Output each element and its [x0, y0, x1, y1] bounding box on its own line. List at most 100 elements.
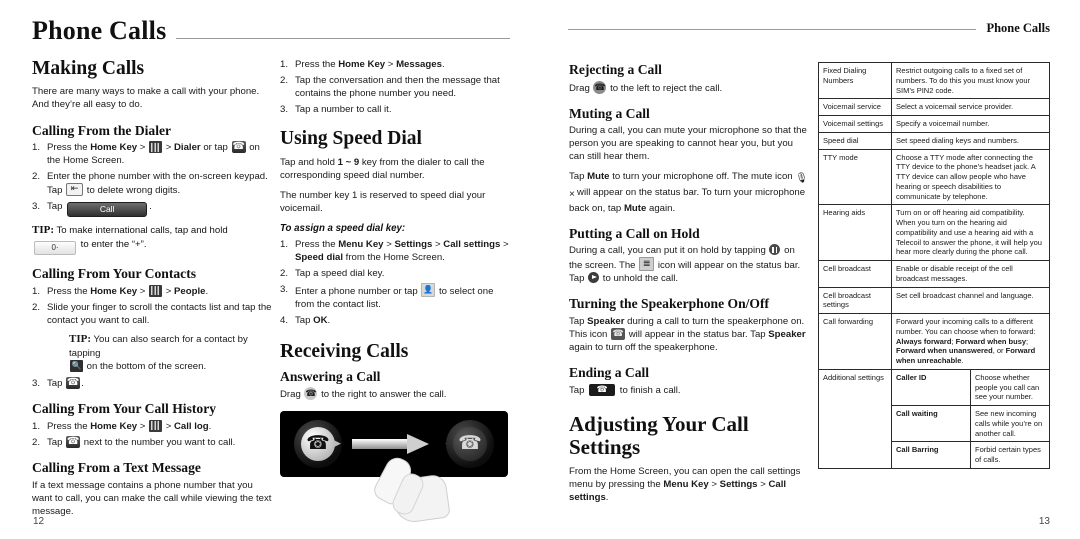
text: During a call, you can put it on hold by… — [569, 245, 769, 257]
step-text: Press the — [47, 142, 91, 154]
settings-label: Settings — [394, 238, 433, 250]
answer-phone-glyph: ☎ — [306, 433, 330, 455]
setting-key: Cell broadcast — [818, 260, 892, 288]
step-text: . — [149, 201, 152, 213]
speakerphone-icon — [611, 327, 626, 341]
table-row: TTY mode Choose a TTY mode after connecti… — [818, 148, 1050, 206]
step-text: Slide your finger to scroll the contacts… — [47, 301, 272, 327]
text: will appear on the status bar. To turn y… — [569, 187, 806, 214]
setting-value: Restrict outgoing calls to a fixed set o… — [891, 61, 1050, 100]
search-icon[interactable] — [70, 360, 83, 373]
setting-value: Specify a voicemail number. — [891, 115, 1050, 133]
setting-subkey: Call waiting — [891, 404, 971, 443]
setting-value: Select a voicemail service provider. — [891, 98, 1050, 116]
phone-icon — [66, 376, 81, 390]
app-grid-icon — [149, 141, 163, 154]
mute-label: Mute — [587, 171, 610, 183]
step-item: Tap a number to call it. — [280, 103, 392, 116]
setting-key: Cell broadcast settings — [818, 286, 892, 314]
tip-search-contact: TIP: You can also search for a contact b… — [69, 332, 272, 373]
step-text: Tap — [47, 436, 66, 448]
step-text: Enter a phone number or tap — [295, 285, 421, 297]
step-text: Press the — [295, 238, 339, 250]
step-item: Enter a phone number or tap to select on… — [280, 282, 515, 311]
setting-value: See new incoming calls while you’re on a… — [970, 404, 1050, 443]
speed-dial-p1: Tap and hold 1 ~ 9 key from the dialer t… — [280, 156, 515, 182]
subheading-rejecting-a-call: Rejecting a Call — [569, 62, 662, 77]
section-heading-adjusting-call-settings: Adjusting Your Call Settings — [569, 411, 749, 459]
subheading-using-speed-dial: Using Speed Dial — [280, 128, 422, 150]
pause-icon[interactable] — [769, 244, 781, 256]
muting-p1: During a call, you can mute your microph… — [569, 125, 807, 163]
call-button[interactable]: Call — [67, 202, 148, 218]
section-heading-making-calls: Making Calls — [32, 58, 145, 79]
column-four: Fixed Dialing Numbers Restrict outgoing c… — [818, 61, 1050, 469]
table-row: Call forwarding Forward your incoming ca… — [818, 313, 1050, 370]
text: to unhold the call. — [600, 273, 679, 285]
call-settings-table: Fixed Dialing Numbers Restrict outgoing c… — [818, 61, 1050, 469]
app-grid-icon — [149, 284, 163, 297]
dialer-steps: Press the Home Key > > Dialer or tap on … — [32, 140, 272, 218]
contact-picker-icon[interactable] — [421, 282, 436, 297]
step-text: . — [327, 315, 331, 327]
setting-key: Speed dial — [818, 131, 892, 150]
table-row: Voicemail service Select a voicemail serv… — [818, 98, 1050, 116]
step-item: Tap OK. — [280, 314, 515, 327]
section-heading-receiving-calls: Receiving Calls — [280, 341, 409, 363]
speaker-label: Speaker — [768, 329, 806, 341]
table-row: Cell broadcast settings Set cell broadcas… — [818, 286, 1050, 314]
menu-key-label: Menu Key — [338, 238, 384, 250]
setting-value: Forward your incoming calls to a differe… — [891, 313, 1050, 370]
step-text: Tap — [295, 315, 314, 327]
step-item: Press the Home Key > > People. — [32, 284, 209, 298]
making-calls-intro: There are many ways to make a call with … — [32, 86, 260, 111]
answer-phone-icon — [304, 386, 318, 401]
backspace-icon — [66, 182, 84, 197]
call-log-label: Call log — [174, 420, 209, 432]
text: to turn your microphone off. The mute ic… — [609, 171, 796, 183]
setting-key: Hearing aids — [818, 204, 892, 261]
forward-option: Forward when busy — [955, 336, 1027, 346]
step-text: Press the — [47, 285, 91, 297]
text: to the right to answer the call. — [318, 389, 447, 401]
page-number-left: 12 — [33, 516, 45, 527]
answering-body: Drag to the right to answer the call. — [280, 386, 515, 401]
setting-value: Set cell broadcast channel and language. — [891, 286, 1050, 314]
step-text: to delete wrong digits. — [84, 185, 181, 197]
end-call-button-icon[interactable] — [589, 383, 616, 396]
table-row: Additional settings Caller ID Choose whe… — [818, 368, 1050, 469]
tip-text: on the bottom of the screen. — [84, 361, 207, 373]
setting-value: Choose a TTY mode after connecting the T… — [891, 148, 1050, 206]
zero-key[interactable]: 0· — [34, 241, 76, 256]
sep: . — [961, 356, 964, 365]
right-page-header: Phone Calls — [568, 22, 1050, 35]
settings-label: Settings — [719, 479, 758, 491]
table-row: Hearing aids Turn on or off hearing aid c… — [818, 204, 1050, 261]
text: again to turn off the speakerphone. — [569, 342, 718, 354]
gt-sep: > — [163, 142, 174, 154]
text: Tap — [569, 384, 588, 396]
chevron-right-icon: ▶ — [334, 438, 341, 449]
contacts-steps: Press the Home Key > > People. Slide you… — [32, 284, 272, 390]
subheading-turning-speakerphone: Turning the Speakerphone On/Off — [569, 296, 770, 312]
setting-subkey: Call Barring — [891, 441, 971, 469]
text: Tap — [569, 171, 588, 183]
step-text: . — [205, 285, 209, 297]
text: Tap and hold — [280, 156, 338, 168]
play-icon[interactable] — [588, 272, 600, 284]
setting-value: Forbid certain types of calls. — [970, 441, 1050, 469]
subheading-calling-from-call-history: Calling From Your Call History — [32, 401, 217, 417]
step-item: Tap . — [32, 376, 272, 390]
hold-status-icon — [639, 257, 655, 272]
setting-value: Choose whether people you call can see y… — [970, 368, 1050, 407]
step-item: Tap Call. — [32, 200, 272, 218]
step-text: or tap — [200, 142, 231, 154]
speed-dial-steps: Press the Menu Key > Settings > Call set… — [280, 238, 515, 327]
table-row: Fixed Dialing Numbers Restrict outgoing c… — [818, 61, 1050, 100]
text: Drag — [569, 82, 593, 94]
step-text: . — [441, 59, 445, 70]
forward-option: Always forward — [896, 336, 952, 346]
mute-label: Mute — [623, 202, 647, 214]
header-rule — [176, 38, 510, 39]
answer-call-illustration: ☎ ▶ ◀ ☎ — [280, 411, 508, 525]
